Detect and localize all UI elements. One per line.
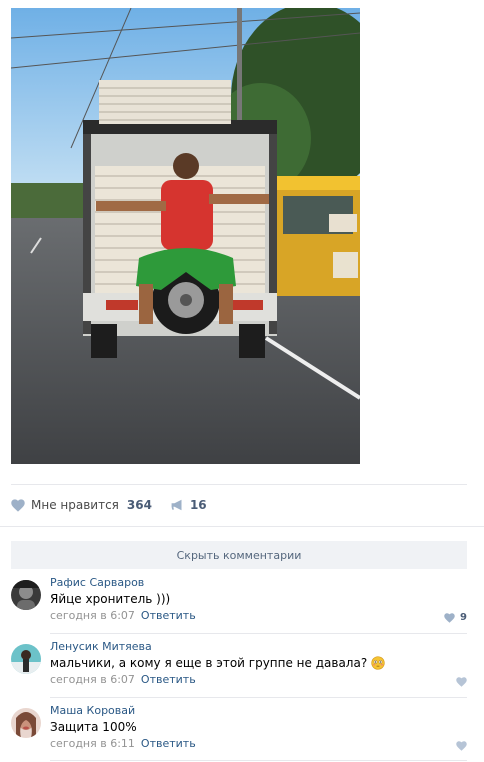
reply-button[interactable]: Ответить <box>141 609 196 622</box>
avatar[interactable] <box>11 644 41 674</box>
avatar[interactable] <box>11 580 41 610</box>
comment-like-button[interactable]: 9 <box>444 612 467 623</box>
divider <box>50 760 467 761</box>
divider <box>50 633 467 634</box>
like-button[interactable]: Мне нравится 364 <box>11 498 152 512</box>
comment-author[interactable]: Ленусик Митяева <box>50 640 467 654</box>
reply-button[interactable]: Ответить <box>141 737 196 750</box>
share-count: 16 <box>189 498 207 512</box>
comment-author[interactable]: Маша Коровай <box>50 704 467 718</box>
reply-button[interactable]: Ответить <box>141 673 196 686</box>
comment-time[interactable]: сегодня в 6:07 <box>50 609 135 622</box>
heart-icon <box>11 498 25 512</box>
divider <box>11 484 467 485</box>
comment-like-count: 9 <box>460 612 467 623</box>
comment-like-button[interactable] <box>456 741 467 751</box>
comment-text: Яйце хронитель ))) <box>50 592 171 606</box>
post-actions: Мне нравится 364 16 <box>11 496 207 514</box>
heart-icon <box>456 677 467 687</box>
comment-item: Маша Коровай Защита 100% сегодня в 6:11 О… <box>11 704 467 758</box>
comment-meta: сегодня в 6:07 Ответить <box>50 673 467 687</box>
comment-author[interactable]: Рафис Сарваров <box>50 576 467 590</box>
like-count: 364 <box>126 498 152 512</box>
comment-text: Защита 100% <box>50 720 137 734</box>
comment-like-button[interactable] <box>456 677 467 687</box>
megaphone-icon <box>171 499 182 511</box>
comment-text-row: мальчики, а кому я еще в этой группе не … <box>50 655 467 671</box>
comment-text: мальчики, а кому я еще в этой группе не … <box>50 656 368 670</box>
comment-meta: сегодня в 6:07 Ответить <box>50 609 467 623</box>
comment-time[interactable]: сегодня в 6:11 <box>50 737 135 750</box>
post-photo[interactable] <box>11 8 360 464</box>
comment-item: Ленусик Митяева мальчики, а кому я еще в… <box>11 640 467 694</box>
divider <box>50 697 467 698</box>
comment-meta: сегодня в 6:11 Ответить <box>50 737 467 751</box>
avatar[interactable] <box>11 708 41 738</box>
heart-icon <box>444 612 455 623</box>
flushed-face-emoji-icon <box>371 656 385 670</box>
like-label: Мне нравится <box>31 498 119 512</box>
comment-item: Рафис Сарваров Яйце хронитель ))) сегодн… <box>11 576 467 630</box>
share-button[interactable]: 16 <box>171 498 207 512</box>
comment-time[interactable]: сегодня в 6:07 <box>50 673 135 686</box>
divider <box>0 526 484 527</box>
heart-icon <box>456 741 467 751</box>
hide-comments-button[interactable]: Скрыть комментарии <box>11 541 467 569</box>
